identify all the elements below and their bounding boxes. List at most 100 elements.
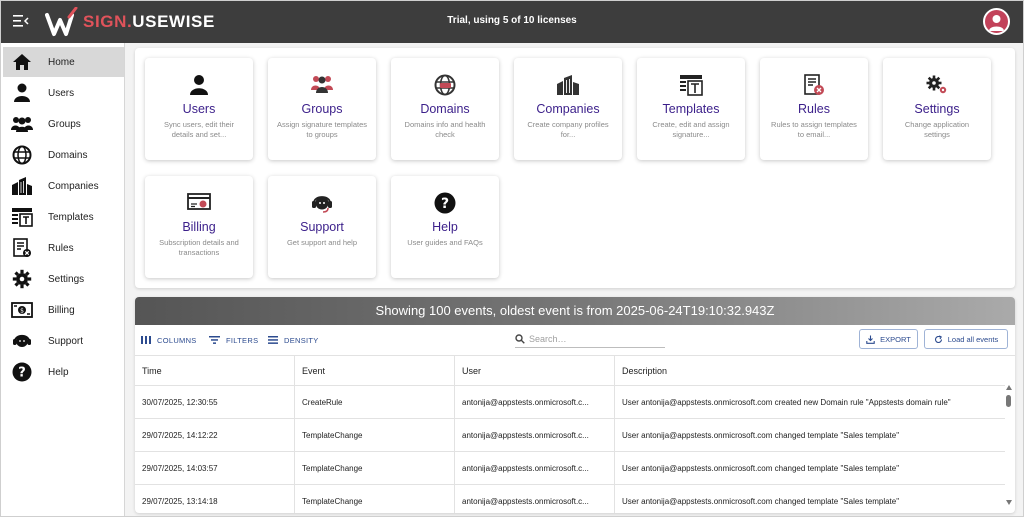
tile-help[interactable]: ? Help User guides and FAQs <box>391 176 499 278</box>
load-all-events-button[interactable]: Load all events <box>924 329 1008 349</box>
tile-title: Domains <box>420 102 470 116</box>
building-icon <box>11 175 33 197</box>
license-status: Trial, using 5 of 10 licenses <box>447 15 577 26</box>
grid-scrollbar[interactable] <box>1005 355 1013 513</box>
sidebar-item-users[interactable]: Users <box>3 78 124 108</box>
cell-event: TemplateChange <box>295 452 455 485</box>
density-button[interactable]: DENSITY <box>268 333 319 347</box>
tile-templates[interactable]: Templates Create, edit and assign signat… <box>637 58 745 160</box>
density-icon <box>268 336 278 344</box>
tile-description: Sync users, edit their details and set..… <box>163 120 235 139</box>
tile-billing[interactable]: Billing Subscription details and transac… <box>145 176 253 278</box>
sidebar: Home Users Groups Domains Companies Temp… <box>1 43 125 516</box>
tile-companies[interactable]: Companies Create company profiles for... <box>514 58 622 160</box>
sidebar-item-label: Help <box>48 366 69 378</box>
tile-settings[interactable]: Settings Change application settings <box>883 58 991 160</box>
sidebar-item-domains[interactable]: Domains <box>3 140 124 170</box>
sidebar-item-templates[interactable]: Templates <box>3 202 124 232</box>
cell-description: User antonija@appstests.onmicrosoft.com … <box>622 431 900 440</box>
home-icon <box>11 51 33 73</box>
cell-user: antonija@appstests.onmicrosoft.c... <box>455 419 615 452</box>
tile-rules[interactable]: Rules Rules to assign templates to email… <box>760 58 868 160</box>
scroll-up-arrow-icon[interactable] <box>1006 385 1012 390</box>
app-window: SIGN.USEWISE Trial, using 5 of 10 licens… <box>0 0 1024 517</box>
cell-description: User antonija@appstests.onmicrosoft.com … <box>622 398 951 407</box>
tile-groups[interactable]: Groups Assign signature templates to gro… <box>268 58 376 160</box>
tile-description: Change application settings <box>904 120 970 139</box>
billing-icon: $ <box>11 299 33 321</box>
scroll-thumb[interactable] <box>1006 395 1011 407</box>
sidebar-item-companies[interactable]: Companies <box>3 171 124 201</box>
tile-description: Get support and help <box>286 238 358 247</box>
density-label: DENSITY <box>284 335 319 345</box>
tile-title: Support <box>300 220 344 234</box>
column-header-description[interactable]: Description <box>615 356 1005 386</box>
headset-icon <box>268 192 376 216</box>
tile-description: Create, edit and assign signature... <box>652 120 730 139</box>
sidebar-item-settings[interactable]: Settings <box>3 264 124 294</box>
tile-title: Companies <box>536 102 600 116</box>
tile-description: Subscription details and transactions <box>159 238 239 257</box>
table-row[interactable]: 29/07/2025, 13:14:18 TemplateChange anto… <box>135 485 1005 513</box>
cell-event: CreateRule <box>295 386 455 419</box>
globe-icon <box>391 74 499 98</box>
sidebar-item-help[interactable]: ? Help <box>3 357 124 387</box>
globe-icon <box>11 144 33 166</box>
cell-event: TemplateChange <box>295 485 455 513</box>
events-grid: Time Event User Description 30/07/2025, … <box>135 355 1015 513</box>
sidebar-item-rules[interactable]: Rules <box>3 233 124 263</box>
tile-description: Rules to assign templates to email... <box>771 120 857 139</box>
filter-icon <box>209 336 220 344</box>
table-row[interactable]: 29/07/2025, 14:03:57 TemplateChange anto… <box>135 452 1005 485</box>
cell-user: antonija@appstests.onmicrosoft.c... <box>455 386 615 419</box>
groups-icon <box>268 74 376 98</box>
sidebar-item-label: Groups <box>48 118 81 130</box>
tile-description: User guides and FAQs <box>407 238 483 247</box>
sidebar-item-label: Settings <box>48 273 85 285</box>
sidebar-item-label: Users <box>48 87 75 99</box>
export-button[interactable]: EXPORT <box>859 329 918 349</box>
top-bar: SIGN.USEWISE Trial, using 5 of 10 licens… <box>1 1 1023 43</box>
tile-domains[interactable]: Domains Domains info and health check <box>391 58 499 160</box>
columns-button[interactable]: COLUMNS <box>141 333 197 347</box>
export-label: EXPORT <box>880 334 911 344</box>
tile-title: Users <box>182 102 216 116</box>
column-header-user[interactable]: User <box>455 356 615 386</box>
filters-button[interactable]: FILTERS <box>209 333 258 347</box>
events-summary: Showing 100 events, oldest event is from… <box>135 297 1015 325</box>
column-header-time[interactable]: Time <box>135 356 295 386</box>
building-icon <box>514 74 622 98</box>
cell-time: 29/07/2025, 13:14:18 <box>135 485 295 513</box>
sidebar-item-billing[interactable]: $ Billing <box>3 295 124 325</box>
search-input[interactable] <box>529 333 654 344</box>
cell-time: 30/07/2025, 12:30:55 <box>135 386 295 419</box>
table-row[interactable]: 29/07/2025, 14:12:22 TemplateChange anto… <box>135 419 1005 452</box>
tile-description: Assign signature templates to groups <box>276 120 368 139</box>
svg-text:?: ? <box>18 366 26 381</box>
user-icon <box>145 74 253 98</box>
search-box <box>515 330 665 348</box>
template-icon <box>11 206 33 228</box>
sidebar-item-home[interactable]: Home <box>3 47 124 77</box>
sidebar-item-support[interactable]: Support <box>3 326 124 356</box>
dashboard-tiles: Users Sync users, edit their details and… <box>135 48 1015 288</box>
cell-description: User antonija@appstests.onmicrosoft.com … <box>622 464 900 473</box>
user-icon <box>11 82 33 104</box>
gear-icon <box>883 74 991 98</box>
scroll-down-arrow-icon[interactable] <box>1006 500 1012 505</box>
tile-title: Rules <box>798 102 830 116</box>
sidebar-item-groups[interactable]: Groups <box>3 109 124 139</box>
column-header-event[interactable]: Event <box>295 356 455 386</box>
tile-users[interactable]: Users Sync users, edit their details and… <box>145 58 253 160</box>
user-avatar[interactable] <box>983 8 1010 35</box>
template-icon <box>637 74 745 98</box>
tile-support[interactable]: Support Get support and help <box>268 176 376 278</box>
search-icon <box>515 333 525 344</box>
svg-text:?: ? <box>441 196 449 212</box>
table-row[interactable]: 30/07/2025, 12:30:55 CreateRule antonija… <box>135 386 1005 419</box>
billing-icon <box>145 192 253 216</box>
download-icon <box>866 335 875 344</box>
rules-icon <box>760 74 868 98</box>
columns-icon <box>141 336 151 344</box>
columns-label: COLUMNS <box>157 335 197 345</box>
